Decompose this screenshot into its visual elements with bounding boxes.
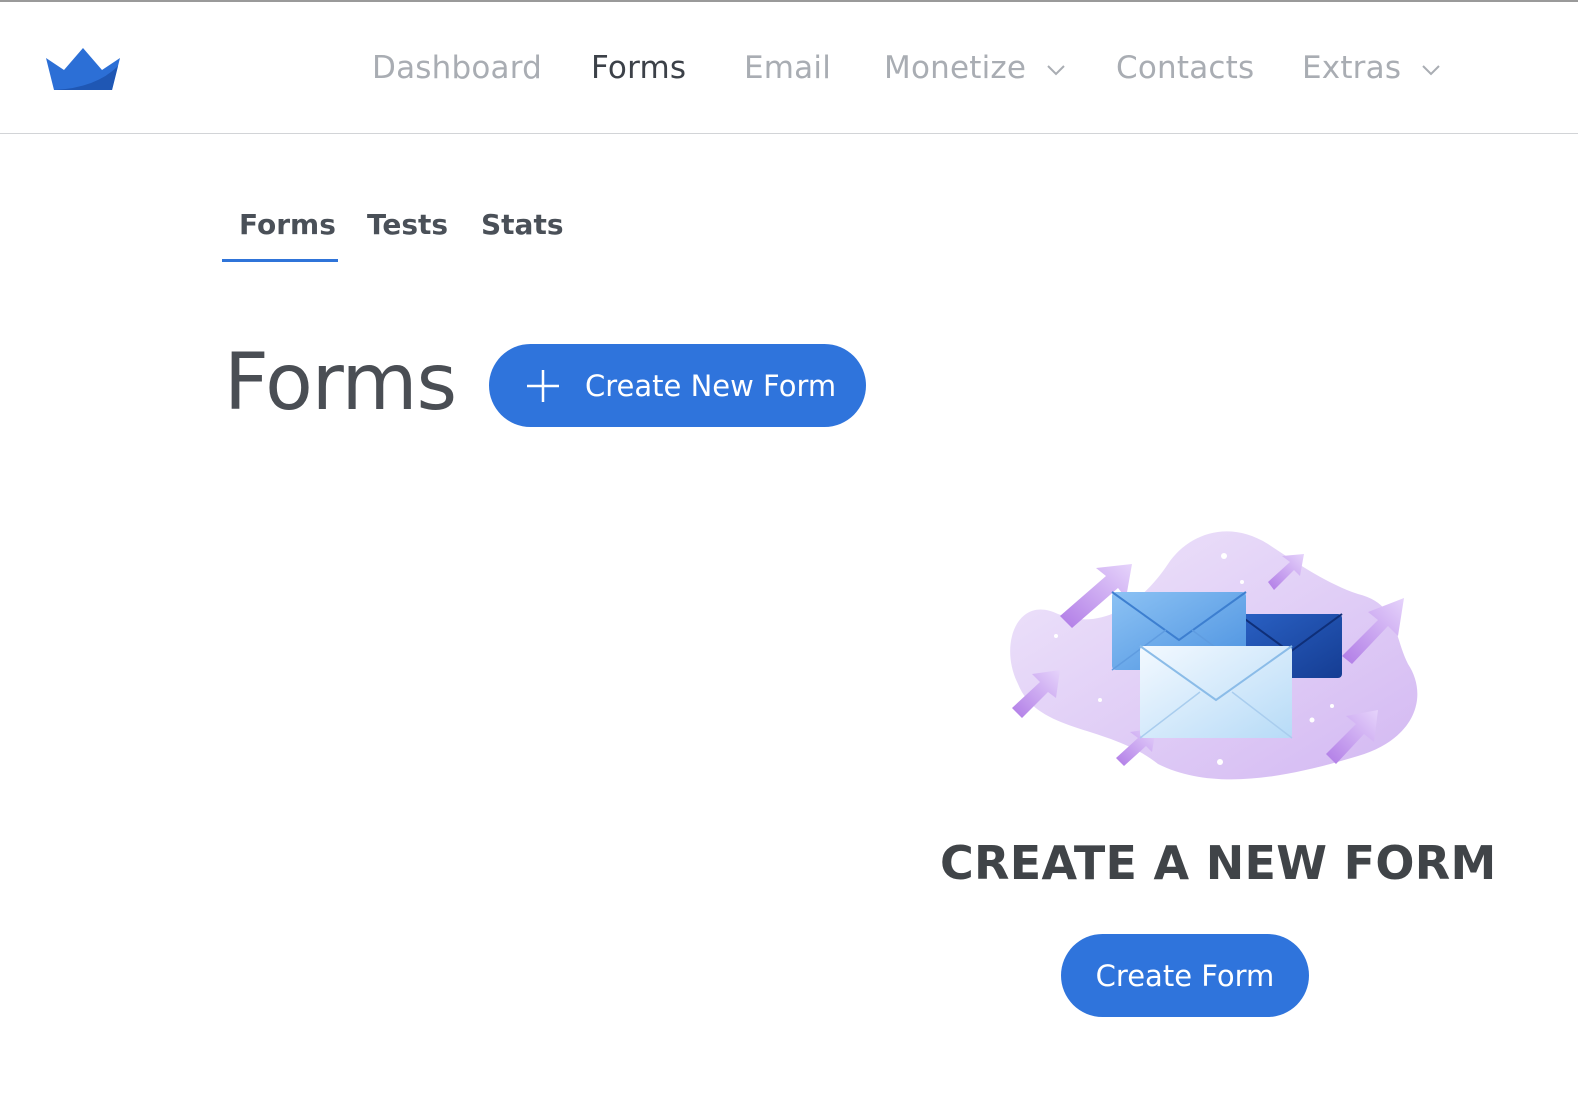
chevron-down-icon xyxy=(1422,64,1440,75)
chevron-down-icon xyxy=(1047,64,1065,75)
nav-item-email[interactable]: Email xyxy=(744,50,831,86)
nav-item-forms[interactable]: Forms xyxy=(591,50,686,86)
envelopes-illustration xyxy=(1010,531,1418,780)
tab-label: Tests xyxy=(367,208,449,241)
tab-label: Stats xyxy=(481,208,564,241)
active-tab-indicator xyxy=(222,259,338,262)
create-form-button[interactable]: Create Form xyxy=(1061,934,1309,1017)
empty-state-heading: CREATE A NEW FORM xyxy=(940,836,1497,890)
nav-item-label: Email xyxy=(744,50,832,86)
nav-item-label: Forms xyxy=(591,50,687,86)
nav-item-extras[interactable]: Extras xyxy=(1302,50,1441,86)
crown-logo-icon[interactable] xyxy=(44,46,122,92)
create-new-form-button[interactable]: Create New Form xyxy=(489,344,866,427)
nav-item-label: Dashboard xyxy=(372,50,542,86)
nav-item-dashboard[interactable]: Dashboard xyxy=(372,50,542,86)
tab-label: Forms xyxy=(239,208,336,241)
tab-tests[interactable]: Tests xyxy=(367,208,448,241)
plus-icon xyxy=(527,369,559,402)
nav-item-monetize[interactable]: Monetize xyxy=(884,50,1066,86)
page-title: Forms xyxy=(224,338,457,428)
create-new-form-label: Create New Form xyxy=(585,368,837,403)
create-form-label: Create Form xyxy=(1095,958,1275,993)
tab-stats[interactable]: Stats xyxy=(481,208,564,241)
tab-forms[interactable]: Forms xyxy=(239,208,336,241)
nav-item-label: Contacts xyxy=(1116,50,1255,86)
nav-item-contacts[interactable]: Contacts xyxy=(1116,50,1254,86)
top-navbar: Dashboard Forms Email Monetize Contacts … xyxy=(0,2,1578,134)
nav-item-label: Extras xyxy=(1302,50,1402,86)
nav-item-label: Monetize xyxy=(884,50,1027,86)
